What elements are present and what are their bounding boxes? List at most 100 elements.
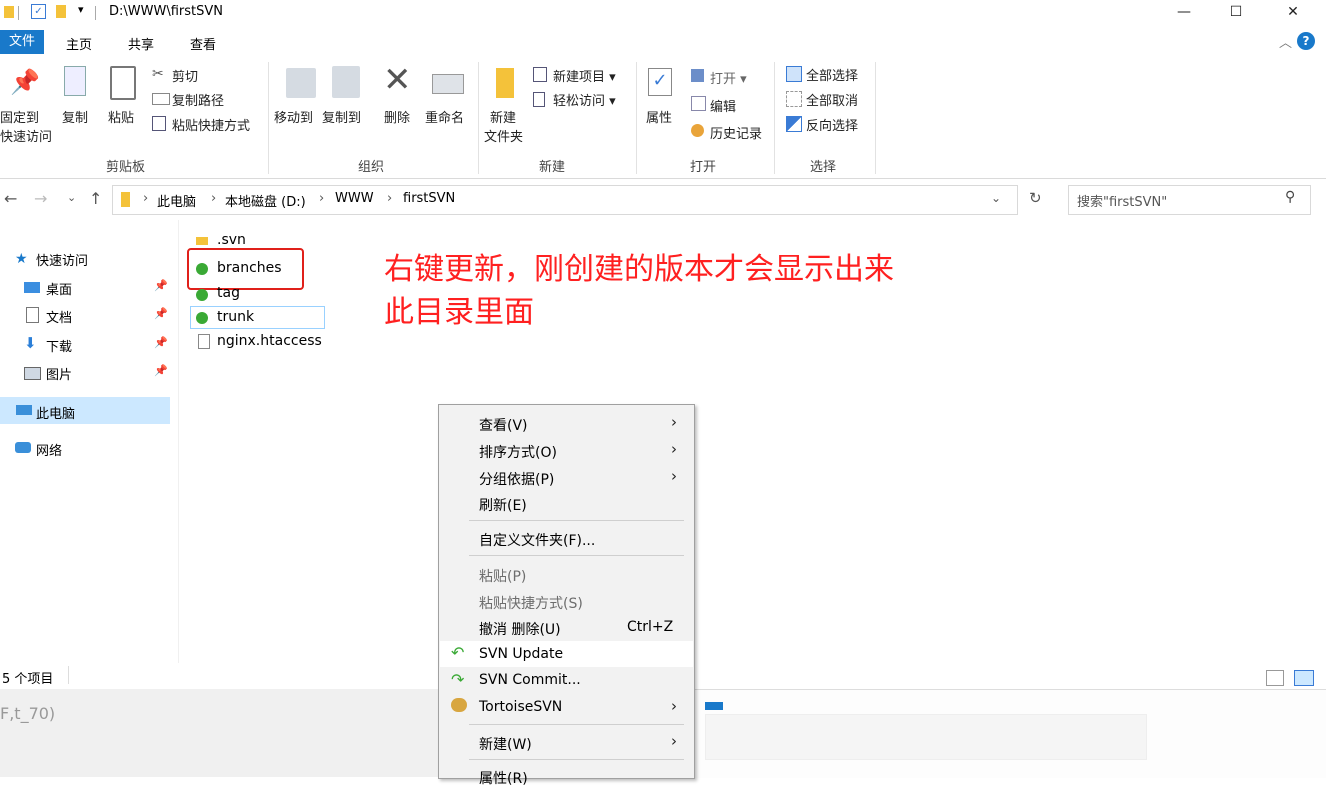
quick-access-dropdown-icon[interactable]: ▾ [78,3,84,16]
invert-selection-button[interactable]: 反向选择 [806,115,858,134]
pin-icon: 📌 [154,336,168,349]
properties-quick-icon[interactable]: ✓ [31,4,46,19]
file-tag[interactable]: tag [217,285,240,301]
breadcrumb-drive-d[interactable]: 本地磁盘 (D:) [225,191,306,210]
paste-shortcut-button[interactable]: 粘贴快捷方式 [172,115,250,134]
history-button[interactable]: 历史记录 [710,123,762,142]
new-item-icon [533,67,547,82]
recent-locations-button[interactable]: ⌄ [67,191,76,204]
copy-to-button[interactable]: 复制到 [322,107,361,126]
pin-icon: 📌 [154,307,168,320]
up-button[interactable]: ↑ [89,189,102,208]
collapse-ribbon-icon[interactable]: ︿ [1279,32,1292,51]
svn-normal-icon [196,289,208,301]
new-item-button[interactable]: 新建项目 ▾ [553,66,616,85]
tab-home[interactable]: 主页 [66,34,92,53]
nav-network[interactable]: 网络 [36,440,62,459]
breadcrumb-firstsvn[interactable]: firstSVN [403,191,455,206]
large-icons-view-icon[interactable] [1294,670,1314,686]
tab-view[interactable]: 查看 [190,34,216,53]
organize-group-label: 组织 [358,160,385,175]
file-nginx-htaccess[interactable]: nginx.htaccess [217,333,322,349]
new-folder-quick-icon[interactable] [56,5,66,18]
select-all-button[interactable]: 全部选择 [806,65,858,84]
menu-undo-shortcut: Ctrl+Z [627,619,674,635]
menu-tortoisesvn[interactable]: TortoiseSVN [479,699,562,715]
back-button[interactable]: ← [4,189,17,208]
copy-path-icon [152,93,170,105]
pin-icon: 📌 [154,364,168,377]
address-dropdown-icon[interactable]: ⌄ [991,191,1001,205]
move-to-icon [286,68,316,98]
menu-svn-update[interactable]: SVN Update [479,646,563,662]
refresh-icon[interactable]: ↻ [1029,189,1042,207]
nav-quick-access[interactable]: 快速访问 [36,250,88,269]
file-icon [198,334,210,349]
menu-refresh[interactable]: 刷新(E) [479,495,527,515]
properties-button[interactable]: 属性 [646,107,672,126]
select-none-icon [786,91,802,107]
copy-path-button[interactable]: 复制路径 [172,90,224,109]
menu-customize-folder[interactable]: 自定义文件夹(F)... [479,530,595,550]
ribbon: 📌 固定到 快速访问 复制 粘贴 ✂ 剪切 复制路径 粘贴快捷方式 剪贴板 移动… [0,56,1326,179]
file-svn[interactable]: .svn [217,232,246,246]
search-input[interactable]: 搜索"firstSVN" ⚲ [1068,185,1311,215]
easy-access-button[interactable]: 轻松访问 ▾ [553,90,616,109]
menu-group-by[interactable]: 分组依据(P) [479,469,554,489]
delete-button[interactable]: 删除 [384,107,410,126]
select-none-button[interactable]: 全部取消 [806,90,858,109]
menu-svn-commit[interactable]: SVN Commit... [479,672,581,688]
svn-update-icon: ↶ [451,643,465,662]
cut-button[interactable]: 剪切 [172,66,198,85]
edit-button[interactable]: 编辑 [710,96,736,115]
pictures-icon [24,367,41,380]
group-divider [478,62,479,174]
rename-button[interactable]: 重命名 [425,107,464,126]
nav-documents[interactable]: 文档 [46,307,72,326]
menu-sort-by[interactable]: 排序方式(O) [479,442,557,462]
folder-icon [196,237,208,245]
pin-to-quick-access-button[interactable]: 固定到 [0,107,39,126]
tab-share[interactable]: 共享 [128,34,154,53]
history-icon [691,124,704,137]
menu-paste[interactable]: 粘贴(P) [479,566,526,586]
menu-properties[interactable]: 属性(R) [479,768,528,788]
quick-access-star-icon: ★ [15,251,28,267]
breadcrumb-www[interactable]: WWW [335,191,374,206]
move-to-button[interactable]: 移动到 [274,107,313,126]
forward-button[interactable]: → [34,189,47,208]
group-divider [875,62,876,174]
background-text-fragment: F,t_70) [0,704,56,723]
paste-shortcut-icon [152,116,166,131]
breadcrumb-this-pc[interactable]: 此电脑 [157,191,196,210]
menu-undo-delete[interactable]: 撤消 删除(U) [479,619,561,639]
this-pc-icon [16,405,32,415]
minimize-button[interactable]: — [1161,0,1207,26]
new-folder-icon [496,68,514,98]
paste-button[interactable]: 粘贴 [108,107,134,126]
new-folder-button[interactable]: 新建 [490,107,516,126]
close-button[interactable]: ✕ [1270,0,1316,26]
nav-desktop[interactable]: 桌面 [46,279,72,298]
submenu-arrow-icon: › [671,697,677,715]
menu-new[interactable]: 新建(W) [479,734,532,754]
file-trunk[interactable]: trunk [217,309,254,325]
help-icon[interactable]: ? [1297,32,1315,50]
address-bar[interactable]: › 此电脑 › 本地磁盘 (D:) › WWW › firstSVN ⌄ [112,185,1018,215]
nav-pictures[interactable]: 图片 [46,364,72,383]
easy-access-icon [533,92,545,107]
open-button[interactable]: 打开 ▾ [710,68,747,87]
nav-downloads[interactable]: 下载 [46,336,72,355]
nav-this-pc[interactable]: 此电脑 [36,403,75,422]
tab-file[interactable]: 文件 [0,30,44,54]
submenu-arrow-icon: › [671,440,677,458]
copy-button[interactable]: 复制 [62,107,88,126]
menu-paste-shortcut[interactable]: 粘贴快捷方式(S) [479,593,583,613]
menu-view[interactable]: 查看(V) [479,415,528,435]
maximize-button[interactable]: ☐ [1213,0,1259,26]
status-divider [68,666,69,684]
search-icon: ⚲ [1285,189,1296,205]
file-branches[interactable]: branches [217,260,282,276]
delete-icon: ✕ [383,60,412,100]
details-view-icon[interactable] [1266,670,1284,686]
